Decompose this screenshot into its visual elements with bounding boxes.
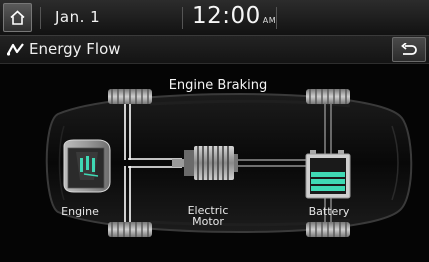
clock-time: 12:00: [192, 3, 261, 29]
rear-left-tire: [306, 89, 350, 104]
energy-flow-icon: [7, 43, 24, 56]
engine-graphic: [63, 139, 111, 193]
clock: 12:00 AM: [192, 3, 276, 29]
clock-ampm: AM: [262, 16, 277, 25]
back-button[interactable]: [392, 37, 426, 62]
home-icon: [10, 10, 25, 25]
back-arrow-icon: [401, 42, 417, 55]
energy-flow-diagram-area: Engine Braking Engine Electric Motor Bat…: [0, 64, 429, 262]
vehicle-diagram: [45, 89, 413, 237]
rear-right-tire: [306, 222, 350, 237]
page-title: Energy Flow: [29, 40, 121, 58]
front-right-tire: [108, 222, 152, 237]
date: Jan. 1: [55, 8, 101, 26]
engine-label: Engine: [61, 205, 99, 218]
energy-flow-screen: Jan. 1 12:00 AM Energy Flow Engine Braki…: [0, 0, 429, 262]
status-bar: Jan. 1 12:00 AM: [0, 0, 429, 36]
front-left-tire: [108, 89, 152, 104]
separator: [276, 7, 277, 29]
separator: [182, 7, 183, 29]
energy-flow-state-label: Engine Braking: [168, 78, 268, 93]
electric-motor-label: Electric Motor: [187, 204, 229, 228]
separator: [40, 7, 41, 29]
battery-label: Battery: [308, 205, 350, 218]
title-bar: Energy Flow: [0, 36, 429, 64]
battery-graphic: [305, 150, 351, 199]
home-button[interactable]: [3, 3, 32, 32]
